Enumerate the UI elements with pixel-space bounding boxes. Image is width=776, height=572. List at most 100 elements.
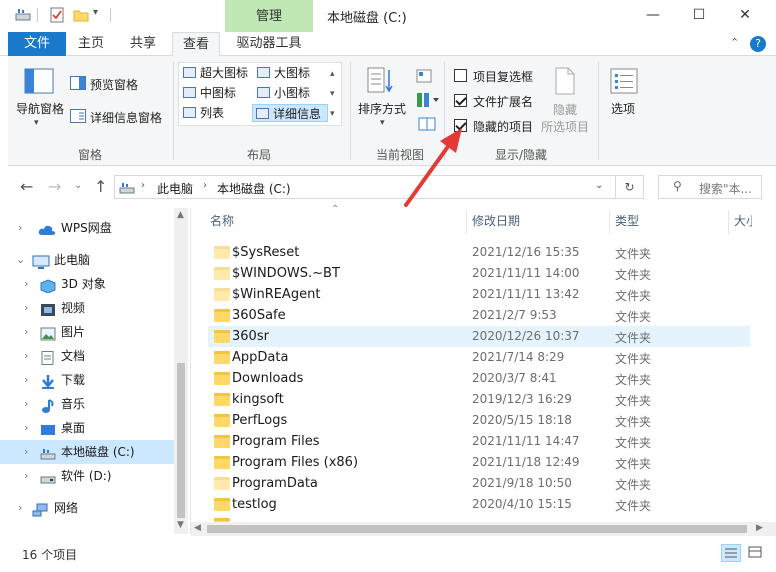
sort-by-icon[interactable]	[366, 66, 394, 99]
chevron-right-icon[interactable]: ›	[24, 320, 28, 344]
chevron-right-icon[interactable]: ›	[24, 392, 28, 416]
layout-list[interactable]: 列表	[180, 104, 256, 122]
item-checkboxes-label[interactable]: 项目复选框	[473, 68, 533, 85]
forward-arrow-icon[interactable]: →	[48, 177, 61, 196]
table-row[interactable]: Program Files 2021/11/11 14:47 文件夹	[208, 431, 750, 452]
layout-medium-icons[interactable]: 中图标	[180, 84, 256, 102]
help-icon[interactable]: ?	[750, 36, 766, 52]
breadcrumb-local-disk[interactable]: 本地磁盘 (C:)	[217, 180, 291, 197]
chevron-right-icon[interactable]: ›	[24, 368, 28, 392]
preview-pane-button[interactable]: 预览窗格	[90, 76, 138, 93]
scroll-right-icon[interactable]: ▶	[756, 523, 763, 533]
preview-pane-icon[interactable]	[70, 76, 86, 93]
column-divider[interactable]	[728, 210, 729, 234]
tab-view[interactable]: 查看	[172, 32, 220, 57]
table-row[interactable]: AppData 2021/7/14 8:29 文件夹	[208, 347, 750, 368]
table-row[interactable]: ProgramData 2021/9/18 10:50 文件夹	[208, 473, 750, 494]
chevron-right-icon[interactable]: ›	[24, 296, 28, 320]
tab-share[interactable]: 共享	[120, 32, 166, 56]
close-button[interactable]: ✕	[722, 0, 768, 32]
file-list-horizontal-scrollbar[interactable]: ◀ ▶	[191, 522, 776, 536]
table-row[interactable]: PerfLogs 2020/5/15 18:18 文件夹	[208, 410, 750, 431]
tab-file[interactable]: 文件	[8, 32, 66, 56]
file-extensions-label[interactable]: 文件扩展名	[473, 93, 533, 110]
hide-selected-items-icon[interactable]	[554, 66, 576, 99]
column-header-name[interactable]: 名称	[210, 212, 234, 229]
table-row[interactable]: $WinREAgent 2021/11/11 13:42 文件夹	[208, 284, 750, 305]
chevron-right-icon[interactable]: ›	[203, 180, 207, 191]
item-checkboxes-checkbox[interactable]	[454, 69, 467, 82]
nav-item-documents[interactable]: › 文档	[0, 344, 174, 368]
hide-selected-items-button[interactable]: 隐藏	[553, 101, 577, 118]
table-row[interactable]: testlog 2020/4/10 15:15 文件夹	[208, 494, 750, 515]
drive-icon[interactable]	[14, 6, 32, 24]
chevron-right-icon[interactable]: ›	[18, 496, 22, 520]
large-icons-view-icon[interactable]	[746, 544, 766, 562]
nav-item-local-disk-c[interactable]: › 本地磁盘 (C:)	[0, 440, 174, 464]
table-row[interactable]: Downloads 2020/3/7 8:41 文件夹	[208, 368, 750, 389]
customize-toolbar-chevron-down-icon[interactable]: ▾	[93, 7, 98, 18]
recent-locations-chevron-down-icon[interactable]: ⌄	[74, 180, 82, 191]
table-row[interactable]: $WINDOWS.~BT 2021/11/11 14:00 文件夹	[208, 263, 750, 284]
breadcrumb-this-pc[interactable]: 此电脑	[157, 180, 193, 197]
nav-item-music[interactable]: › 音乐	[0, 392, 174, 416]
details-pane-button[interactable]: 详细信息窗格	[90, 109, 162, 126]
column-header-date[interactable]: 修改日期	[472, 212, 520, 229]
nav-item-software-d[interactable]: › 软件 (D:)	[0, 464, 174, 488]
layout-details[interactable]: 详细信息	[252, 104, 328, 122]
address-history-chevron-down-icon[interactable]: ⌄	[595, 180, 603, 191]
nav-item-downloads[interactable]: › 下载	[0, 368, 174, 392]
tab-home[interactable]: 主页	[70, 32, 112, 56]
nav-pane-scrollbar[interactable]: ▲ ▼	[174, 208, 188, 534]
chevron-right-icon[interactable]: ›	[24, 416, 28, 440]
maximize-button[interactable]: ☐	[676, 0, 722, 32]
layout-small-icons[interactable]: 小图标	[254, 84, 334, 102]
column-divider[interactable]	[609, 210, 610, 234]
nav-item-3d-objects[interactable]: › 3D 对象	[0, 272, 174, 296]
nav-item-desktop[interactable]: › 桌面	[0, 416, 174, 440]
chevron-right-icon[interactable]: ›	[24, 344, 28, 368]
chevron-right-icon[interactable]: ›	[24, 464, 28, 488]
details-view-icon[interactable]	[721, 544, 741, 562]
scroll-down-icon[interactable]: ▼	[177, 520, 184, 530]
table-row[interactable]: 360sr 2020/12/26 10:37 文件夹	[208, 326, 750, 347]
options-icon[interactable]	[610, 68, 638, 97]
column-header-size[interactable]: 大小	[734, 212, 752, 228]
details-pane-icon[interactable]	[70, 109, 86, 126]
search-input[interactable]: ⚲ 搜索"本...	[658, 175, 762, 199]
column-divider[interactable]	[466, 210, 467, 234]
nav-item-network[interactable]: › 网络	[0, 496, 174, 520]
nav-item-wps-drive[interactable]: › WPS网盘	[0, 216, 174, 240]
properties-icon[interactable]	[48, 6, 66, 24]
chevron-right-icon[interactable]: ›	[24, 272, 28, 296]
tab-manage[interactable]: 管理	[225, 0, 313, 32]
minimize-button[interactable]: —	[630, 0, 676, 32]
nav-item-videos[interactable]: › 视频	[0, 296, 174, 320]
file-list-horizontal-scrollbar-thumb[interactable]	[207, 525, 747, 533]
add-columns-icon[interactable]	[416, 92, 440, 111]
up-arrow-icon[interactable]: ↑	[94, 177, 107, 196]
address-bar[interactable]: › 此电脑 › 本地磁盘 (C:) ⌄	[114, 175, 616, 199]
file-extensions-checkbox[interactable]	[454, 94, 467, 107]
navigation-pane-icon[interactable]	[24, 68, 54, 97]
tab-drive-tools[interactable]: 驱动器工具	[225, 32, 313, 56]
hidden-items-label[interactable]: 隐藏的项目	[473, 118, 533, 135]
nav-item-this-pc[interactable]: ⌄ 此电脑	[0, 248, 174, 272]
table-row[interactable]: kingsoft 2019/12/3 16:29 文件夹	[208, 389, 750, 410]
options-button[interactable]: 选项	[611, 100, 635, 117]
table-row[interactable]: 360Safe 2021/2/7 9:53 文件夹	[208, 305, 750, 326]
layout-large-icons[interactable]: 大图标	[254, 64, 334, 82]
scroll-left-icon[interactable]: ◀	[194, 523, 201, 533]
column-header-type[interactable]: 类型	[615, 212, 639, 229]
chevron-down-icon[interactable]: ⌄	[16, 248, 25, 272]
refresh-icon[interactable]: ↻	[616, 175, 644, 199]
chevron-right-icon[interactable]: ›	[24, 440, 28, 464]
scroll-up-icon[interactable]: ▲	[177, 210, 184, 220]
layout-scroll-arrows[interactable]: ▴ ▾ ▾	[330, 64, 335, 124]
navigation-pane-button[interactable]: 导航窗格	[16, 100, 64, 117]
group-by-icon[interactable]	[416, 68, 438, 87]
sort-by-button[interactable]: 排序方式	[358, 100, 406, 117]
new-folder-icon[interactable]	[72, 6, 90, 24]
nav-pane-scrollbar-thumb[interactable]	[177, 363, 185, 518]
chevron-right-icon[interactable]: ›	[141, 180, 145, 191]
